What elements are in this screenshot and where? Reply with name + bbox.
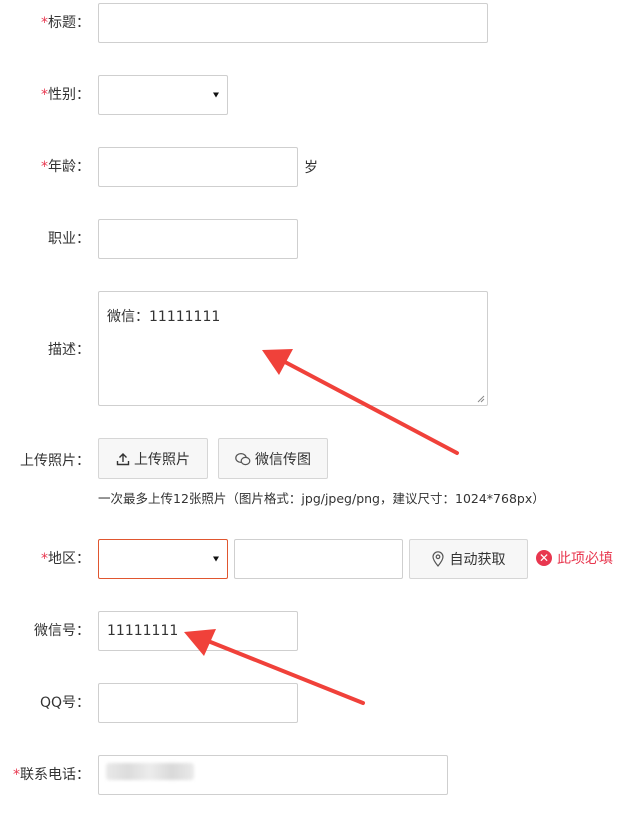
annotation-arrow [262,349,459,455]
annotation-overlay [184,349,459,705]
annotation-arrow [184,629,365,705]
